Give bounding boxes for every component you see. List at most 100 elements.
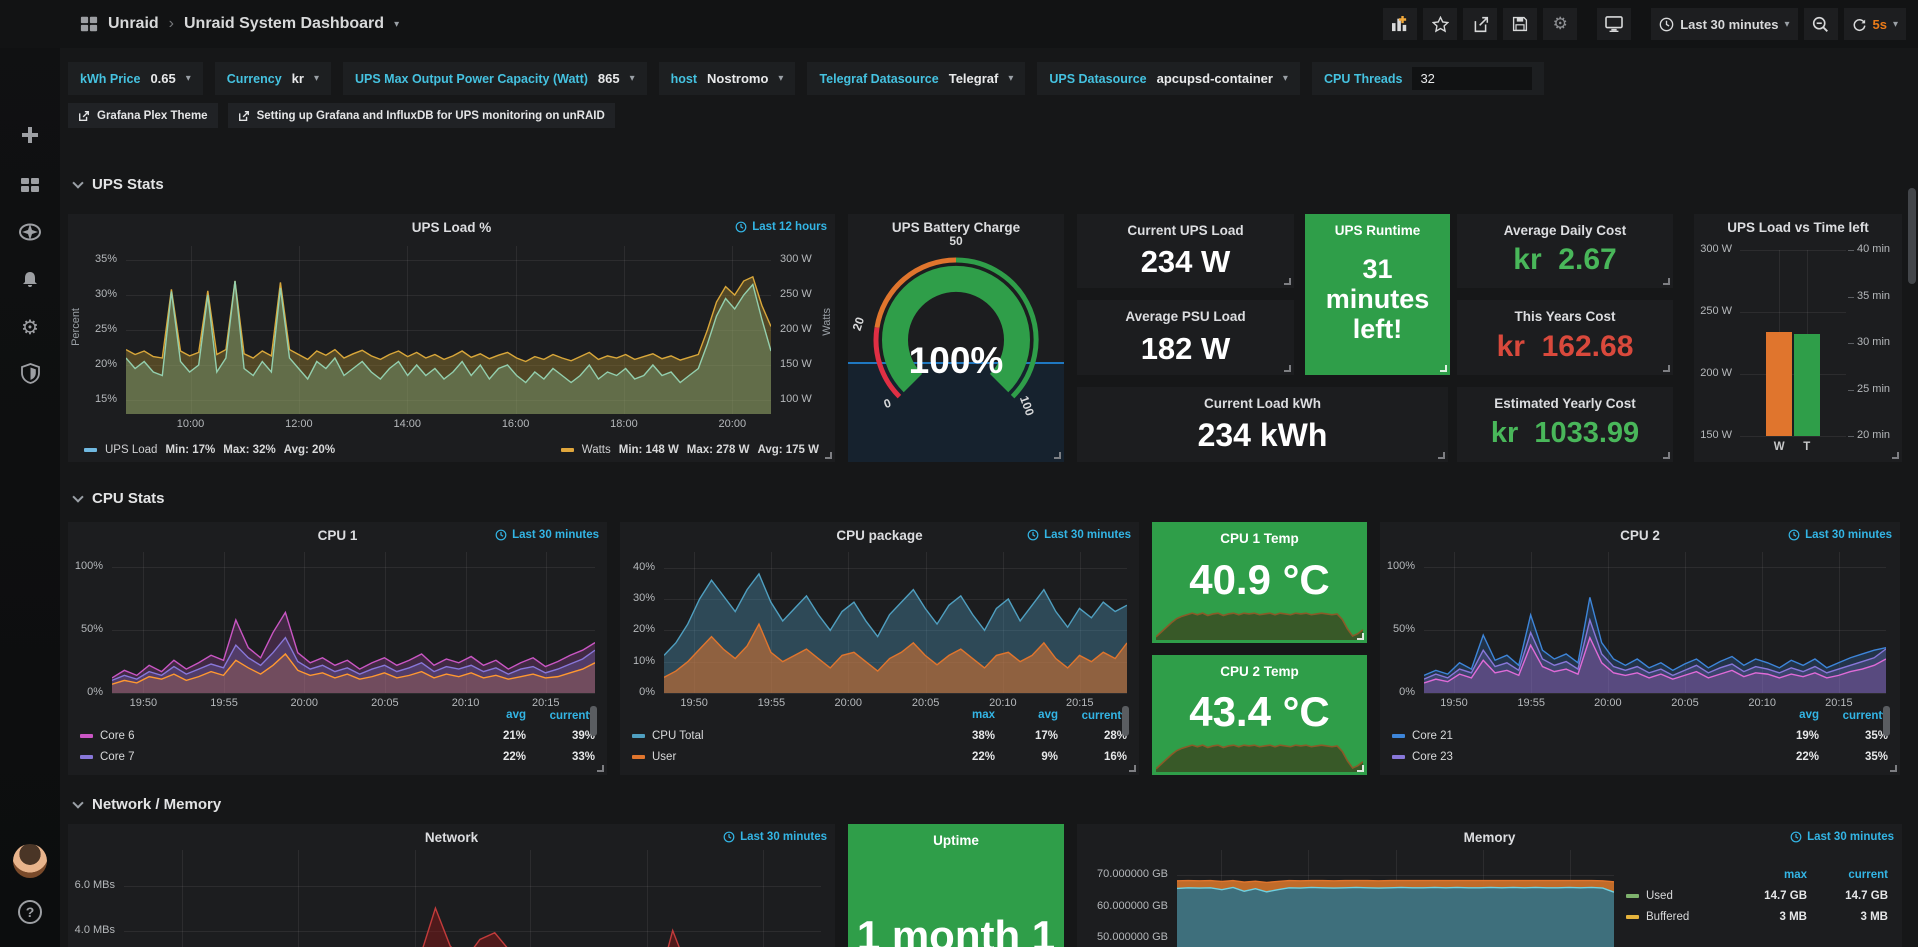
legend-row-core23[interactable]: Core 23 22% 35%	[1392, 746, 1888, 767]
question-icon: ?	[18, 900, 42, 924]
panel-resize-handle[interactable]	[1663, 452, 1670, 459]
legend-scrollbar[interactable]	[1883, 706, 1890, 736]
zoom-out-time-button[interactable]	[1804, 8, 1838, 40]
stat-title[interactable]: Uptime	[848, 833, 1064, 848]
stat-title[interactable]: This Years Cost	[1457, 309, 1673, 324]
time-range-link[interactable]: Last 30 minutes	[723, 831, 827, 843]
dashboards-icon	[20, 175, 40, 195]
panel-resize-handle[interactable]	[1357, 765, 1364, 772]
panel-resize-handle[interactable]	[1892, 452, 1899, 459]
dashboard-caret-icon[interactable]: ▾	[394, 19, 399, 30]
save-dashboard-button[interactable]	[1503, 8, 1537, 40]
legend-item-watts[interactable]: Watts Min: 148 W Max: 278 W Avg: 175 W	[561, 444, 819, 456]
legend-row-core6[interactable]: Core 6 21% 39%	[80, 725, 595, 746]
stat-title[interactable]: Estimated Yearly Cost	[1457, 396, 1673, 411]
sidebar-item-dashboards[interactable]	[0, 166, 60, 204]
stat-title[interactable]: Current Load kWh	[1077, 396, 1448, 411]
panel-resize-handle[interactable]	[1663, 365, 1670, 372]
variable-currency[interactable]: Currency kr ▾	[215, 62, 331, 95]
legend-sort-avg[interactable]: avg	[1763, 709, 1819, 721]
variable-telegraf-datasource[interactable]: Telegraf Datasource Telegraf ▾	[807, 62, 1025, 95]
link-grafana-plex-theme[interactable]: Grafana Plex Theme	[68, 103, 218, 128]
panel-resize-handle[interactable]	[1129, 765, 1136, 772]
stat-title[interactable]: UPS Runtime	[1305, 223, 1450, 238]
variable-ups-max-output[interactable]: UPS Max Output Power Capacity (Watt) 865…	[343, 62, 647, 95]
sidebar-item-help[interactable]: ?	[0, 893, 60, 931]
panel-current-ups-load: Current UPS Load 234 W	[1077, 214, 1294, 288]
legend-sort-current[interactable]: current▾	[1826, 708, 1888, 722]
panel-resize-handle[interactable]	[1357, 633, 1364, 640]
section-title: UPS Stats	[92, 176, 164, 193]
panel-resize-handle[interactable]	[1054, 452, 1061, 459]
panel-title[interactable]: UPS Battery Charge	[848, 220, 1064, 235]
ups-load-chart[interactable]: 35%30%25%20%15%300 W250 W200 W150 W100 W…	[68, 214, 835, 462]
refresh-picker[interactable]: 5s ▾	[1844, 8, 1907, 40]
legend-row-buffered[interactable]: Buffered 3 MB 3 MB	[1626, 906, 1888, 927]
legend-scrollbar[interactable]	[590, 706, 597, 736]
legend-row-cpu-total[interactable]: CPU Total 38% 17% 28%	[632, 725, 1127, 746]
stat-title[interactable]: Average Daily Cost	[1457, 223, 1673, 238]
memory-legend: max current Used 14.7 GB 14.7 GB Buffere…	[1626, 864, 1888, 927]
star-dashboard-button[interactable]	[1423, 8, 1457, 40]
stat-title[interactable]: Current UPS Load	[1077, 223, 1294, 238]
page-scrollbar-thumb[interactable]	[1908, 188, 1916, 284]
link-ups-monitoring-guide[interactable]: Setting up Grafana and InfluxDB for UPS …	[228, 103, 615, 128]
legend-row-core21[interactable]: Core 21 19% 35%	[1392, 725, 1888, 746]
legend-sort-current[interactable]: current▾	[533, 708, 595, 722]
legend-row-core7[interactable]: Core 7 22% 33%	[80, 746, 595, 767]
sidebar-item-configuration[interactable]: ⚙	[0, 308, 60, 346]
y2-tick-label: 35 min	[1857, 290, 1900, 302]
time-range-link[interactable]: Last 30 minutes	[1027, 529, 1131, 541]
cycle-view-mode-button[interactable]	[1597, 8, 1631, 40]
panel-resize-handle[interactable]	[1440, 365, 1447, 372]
legend-sort-avg[interactable]: avg	[470, 709, 526, 721]
section-network-memory[interactable]: Network / Memory	[74, 796, 221, 813]
load-vs-time-chart[interactable]: 300 W250 W200 W150 W40 min35 min30 min25…	[1694, 214, 1902, 462]
legend-sort-avg[interactable]: avg	[1002, 709, 1058, 721]
time-range-picker[interactable]: Last 30 minutes ▾	[1651, 8, 1797, 40]
breadcrumb-current[interactable]: Unraid System Dashboard	[184, 15, 384, 33]
section-ups-stats[interactable]: UPS Stats	[74, 176, 164, 193]
panel-title[interactable]: UPS Load %	[68, 220, 835, 235]
section-cpu-stats[interactable]: CPU Stats	[74, 490, 165, 507]
time-range-link[interactable]: Last 30 minutes	[495, 529, 599, 541]
variable-ups-datasource[interactable]: UPS Datasource apcupsd-container ▾	[1037, 62, 1300, 95]
panel-title[interactable]: Network	[68, 830, 835, 845]
sidebar-item-create[interactable]	[0, 116, 60, 154]
battery-gauge-chart[interactable]: 02050100	[848, 214, 1064, 462]
legend-sort-max[interactable]: max	[935, 709, 995, 721]
time-range-link[interactable]: Last 12 hours	[735, 221, 827, 233]
legend-sort-max[interactable]: max	[1733, 869, 1807, 881]
cpu-threads-input[interactable]: 32	[1412, 67, 1532, 90]
add-panel-button[interactable]	[1383, 8, 1417, 40]
dashboard-settings-button[interactable]: ⚙	[1543, 8, 1577, 40]
legend-row-user[interactable]: User 22% 9% 16%	[632, 746, 1127, 767]
panel-resize-handle[interactable]	[1284, 365, 1291, 372]
panel-title[interactable]: Memory	[1077, 830, 1902, 845]
panel-resize-handle[interactable]	[1663, 278, 1670, 285]
stat-title[interactable]: CPU 1 Temp	[1152, 531, 1367, 546]
legend-item-ups-load[interactable]: UPS Load Min: 17% Max: 32% Avg: 20%	[84, 444, 335, 456]
sidebar-item-server-admin[interactable]	[0, 354, 60, 392]
legend-sort-current[interactable]: current	[1814, 869, 1888, 881]
sidebar-item-explore[interactable]	[0, 213, 60, 251]
breadcrumb-root[interactable]: Unraid	[108, 15, 159, 33]
variable-kwh-price[interactable]: kWh Price 0.65 ▾	[68, 62, 203, 95]
stat-title[interactable]: CPU 2 Temp	[1152, 664, 1367, 679]
stat-title[interactable]: Average PSU Load	[1077, 309, 1294, 324]
legend-scrollbar[interactable]	[1122, 706, 1129, 736]
time-range-link[interactable]: Last 30 minutes	[1790, 831, 1894, 843]
panel-title[interactable]: UPS Load vs Time left	[1694, 220, 1902, 235]
panel-resize-handle[interactable]	[1438, 452, 1445, 459]
panel-resize-handle[interactable]	[597, 765, 604, 772]
legend-sort-current[interactable]: current▾	[1065, 708, 1127, 722]
panel-resize-handle[interactable]	[1284, 278, 1291, 285]
share-dashboard-button[interactable]	[1463, 8, 1497, 40]
sidebar-item-alerting[interactable]	[0, 261, 60, 299]
panel-resize-handle[interactable]	[1890, 765, 1897, 772]
legend-row-used[interactable]: Used 14.7 GB 14.7 GB	[1626, 885, 1888, 906]
panel-resize-handle[interactable]	[825, 452, 832, 459]
time-range-link[interactable]: Last 30 minutes	[1788, 529, 1892, 541]
sidebar-item-profile[interactable]	[0, 842, 60, 880]
variable-host[interactable]: host Nostromo ▾	[659, 62, 796, 95]
